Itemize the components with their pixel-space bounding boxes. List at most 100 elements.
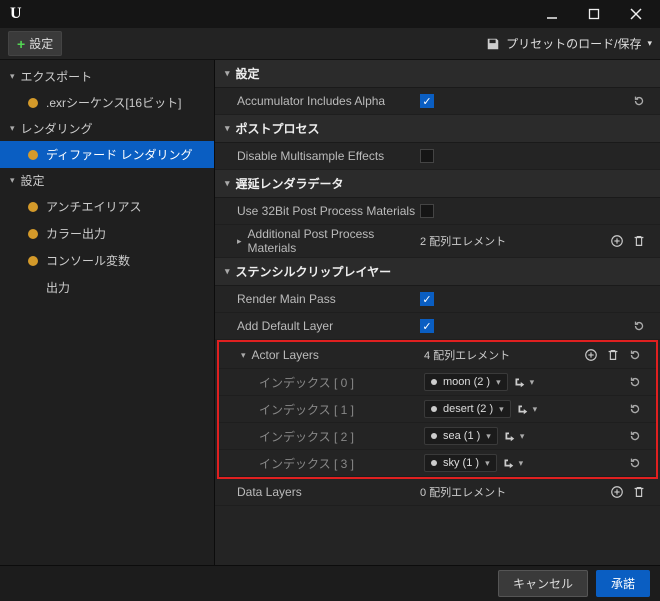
chevron-down-icon[interactable]: ▾	[241, 350, 246, 361]
chevron-down-icon: ▾	[499, 404, 504, 415]
chevron-down-icon[interactable]: ▾	[520, 431, 525, 442]
bullet-icon	[431, 379, 437, 385]
enabled-dot-icon	[28, 202, 38, 212]
trash-icon[interactable]	[606, 348, 620, 362]
index-label: インデックス [ 2 ]	[259, 428, 354, 445]
sidebar-item-label: .exrシーケンス[16ビット]	[46, 94, 181, 111]
footer: キャンセル 承諾	[0, 565, 660, 601]
sidebar-group-label: 設定	[21, 172, 45, 189]
index-label: インデックス [ 1 ]	[259, 401, 354, 418]
bullet-icon	[431, 460, 437, 466]
body: ▾ エクスポート .exrシーケンス[16ビット] ▾ レンダリング ディファー…	[0, 60, 660, 565]
window-controls	[532, 2, 656, 26]
property-label: Use 32Bit Post Process Materials	[237, 204, 415, 218]
sidebar-item-deferred[interactable]: ディファード レンダリング	[0, 141, 214, 168]
sidebar-item-console[interactable]: コンソール変数	[0, 247, 214, 274]
sidebar-item-antialias[interactable]: アンチエイリアス	[0, 193, 214, 220]
chevron-right-icon[interactable]: ▸	[237, 236, 242, 247]
array-count: 4 配列エレメント	[424, 347, 510, 363]
chevron-down-icon: ▾	[10, 175, 15, 186]
checkbox[interactable]: ✓	[420, 94, 434, 108]
sidebar-group-label: レンダリング	[21, 120, 93, 137]
layer-value: moon (2 )	[443, 376, 490, 388]
chevron-down-icon: ▾	[486, 431, 491, 442]
chevron-down-icon: ▾	[225, 178, 230, 189]
layer-dropdown[interactable]: sky (1 ) ▾	[424, 454, 497, 472]
maximize-button[interactable]	[574, 2, 614, 26]
close-button[interactable]	[616, 2, 656, 26]
accept-button[interactable]: 承諾	[596, 570, 650, 597]
sidebar: ▾ エクスポート .exrシーケンス[16ビット] ▾ レンダリング ディファー…	[0, 60, 215, 565]
property-label: Actor Layers	[252, 348, 319, 362]
save-icon	[486, 37, 500, 51]
property-label: Accumulator Includes Alpha	[237, 94, 385, 108]
property-label: Data Layers	[237, 485, 302, 499]
goto-icon[interactable]	[515, 402, 529, 416]
row-use32bit: Use 32Bit Post Process Materials	[215, 198, 660, 225]
reset-icon[interactable]	[632, 94, 646, 108]
checkbox[interactable]	[420, 204, 434, 218]
checkbox[interactable]	[420, 149, 434, 163]
add-icon[interactable]	[610, 234, 624, 248]
chevron-down-icon: ▾	[10, 123, 15, 134]
chevron-down-icon: ▾	[485, 458, 490, 469]
chevron-down-icon[interactable]: ▾	[519, 458, 524, 469]
sidebar-item-color[interactable]: カラー出力	[0, 220, 214, 247]
chevron-down-icon: ▾	[225, 68, 230, 79]
goto-icon[interactable]	[501, 456, 515, 470]
chevron-down-icon[interactable]: ▾	[530, 377, 535, 388]
add-icon[interactable]	[584, 348, 598, 362]
sidebar-item-label: カラー出力	[46, 225, 106, 242]
reset-icon[interactable]	[632, 319, 646, 333]
reset-icon[interactable]	[628, 348, 642, 362]
chevron-down-icon: ▾	[225, 266, 230, 277]
preset-label: プリセットのロード/保存	[506, 35, 641, 52]
cancel-button[interactable]: キャンセル	[498, 570, 588, 597]
chevron-down-icon: ▾	[10, 71, 15, 82]
sidebar-group-rendering[interactable]: ▾ レンダリング	[0, 116, 214, 141]
sidebar-group-settings[interactable]: ▾ 設定	[0, 168, 214, 193]
chevron-down-icon[interactable]: ▾	[533, 404, 538, 415]
row-accumulator-alpha: Accumulator Includes Alpha ✓	[215, 88, 660, 115]
sidebar-item-output[interactable]: 出力	[0, 274, 214, 301]
trash-icon[interactable]	[632, 234, 646, 248]
reset-icon[interactable]	[628, 429, 642, 443]
details-panel: ▾ 設定 Accumulator Includes Alpha ✓ ▾ ポストプ…	[215, 60, 660, 565]
trash-icon[interactable]	[632, 485, 646, 499]
reset-icon[interactable]	[628, 402, 642, 416]
layer-dropdown[interactable]: sea (1 )▾	[424, 427, 498, 445]
goto-icon[interactable]	[502, 429, 516, 443]
array-count: 0 配列エレメント	[420, 484, 506, 500]
add-settings-label: 設定	[29, 35, 53, 52]
reset-icon[interactable]	[628, 456, 642, 470]
section-label: ステンシルクリップレイヤー	[236, 263, 392, 280]
layer-dropdown[interactable]: moon (2 )▾	[424, 373, 508, 391]
layer-dropdown[interactable]: desert (2 )▾	[424, 400, 511, 418]
enabled-dot-icon	[28, 150, 38, 160]
sidebar-item-label: 出力	[46, 279, 70, 296]
titlebar: U	[0, 0, 660, 28]
row-disable-multisample: Disable Multisample Effects	[215, 143, 660, 170]
checkbox[interactable]: ✓	[420, 319, 434, 333]
section-stencil[interactable]: ▾ ステンシルクリップレイヤー	[215, 258, 660, 286]
section-label: 設定	[236, 65, 260, 82]
sidebar-item-exr[interactable]: .exrシーケンス[16ビット]	[0, 89, 214, 116]
plus-icon: +	[17, 36, 25, 52]
row-additional-materials: ▸Additional Post Process Materials 2 配列エ…	[215, 225, 660, 258]
layer-value: sky (1 )	[443, 457, 479, 469]
enabled-dot-icon	[28, 98, 38, 108]
checkbox[interactable]: ✓	[420, 292, 434, 306]
goto-icon[interactable]	[512, 375, 526, 389]
add-icon[interactable]	[610, 485, 624, 499]
minimize-button[interactable]	[532, 2, 572, 26]
reset-icon[interactable]	[628, 375, 642, 389]
add-settings-button[interactable]: + 設定	[8, 31, 62, 56]
section-label: ポストプロセス	[236, 120, 320, 137]
sidebar-group-export[interactable]: ▾ エクスポート	[0, 64, 214, 89]
preset-load-save-button[interactable]: プリセットのロード/保存 ▾	[486, 35, 652, 52]
section-postprocess[interactable]: ▾ ポストプロセス	[215, 115, 660, 143]
enabled-dot-icon	[28, 256, 38, 266]
section-settings[interactable]: ▾ 設定	[215, 60, 660, 88]
app-logo: U	[4, 5, 22, 23]
section-deferred[interactable]: ▾ 遅延レンダラデータ	[215, 170, 660, 198]
